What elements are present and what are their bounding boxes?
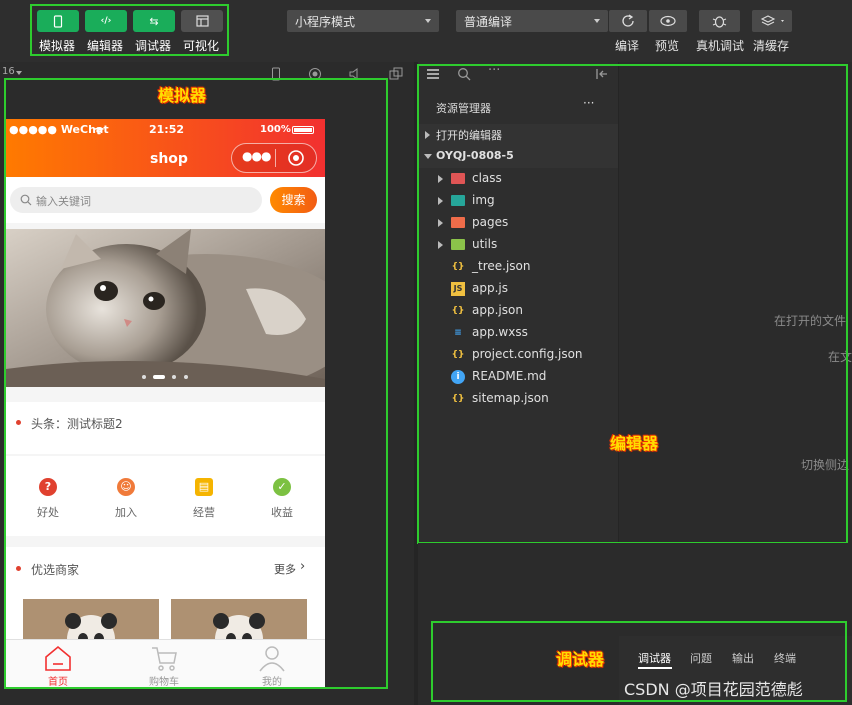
- chevron-down-icon: [425, 19, 431, 23]
- simulator-highlight: [4, 78, 388, 689]
- remote-debug-button[interactable]: [699, 10, 740, 32]
- top-toolbar: ‹/› ⇆ 模拟器 编辑器 调试器 可视化 小程序模式 普通编译 编译 预览 真…: [0, 0, 852, 62]
- eye-icon: [660, 15, 676, 27]
- refresh-icon: [622, 14, 634, 27]
- popout-icon[interactable]: [389, 67, 403, 81]
- watermark: CSDN @项目花园范德彪: [624, 680, 803, 699]
- clear-cache-button[interactable]: [752, 10, 792, 32]
- compile-button[interactable]: [609, 10, 647, 32]
- mode-select-value: 小程序模式: [295, 15, 356, 29]
- mode-select[interactable]: 小程序模式: [287, 10, 439, 32]
- remote-debug-label: 真机调试: [696, 39, 745, 53]
- chevron-down-icon: [16, 71, 22, 75]
- chevron-down-icon: [594, 19, 600, 23]
- compile-label: 编译: [615, 39, 640, 53]
- bug-icon: [712, 16, 727, 28]
- zoom-select[interactable]: 16: [2, 66, 15, 77]
- clear-cache-label: 清缓存: [753, 39, 790, 53]
- compile-select-value: 普通编译: [464, 15, 513, 29]
- compile-select[interactable]: 普通编译: [456, 10, 608, 32]
- editor-highlight: [417, 64, 848, 544]
- preview-label: 预览: [655, 39, 680, 53]
- preview-button[interactable]: [649, 10, 687, 32]
- mode-buttons-highlight: [30, 4, 229, 56]
- layers-icon: [760, 15, 784, 26]
